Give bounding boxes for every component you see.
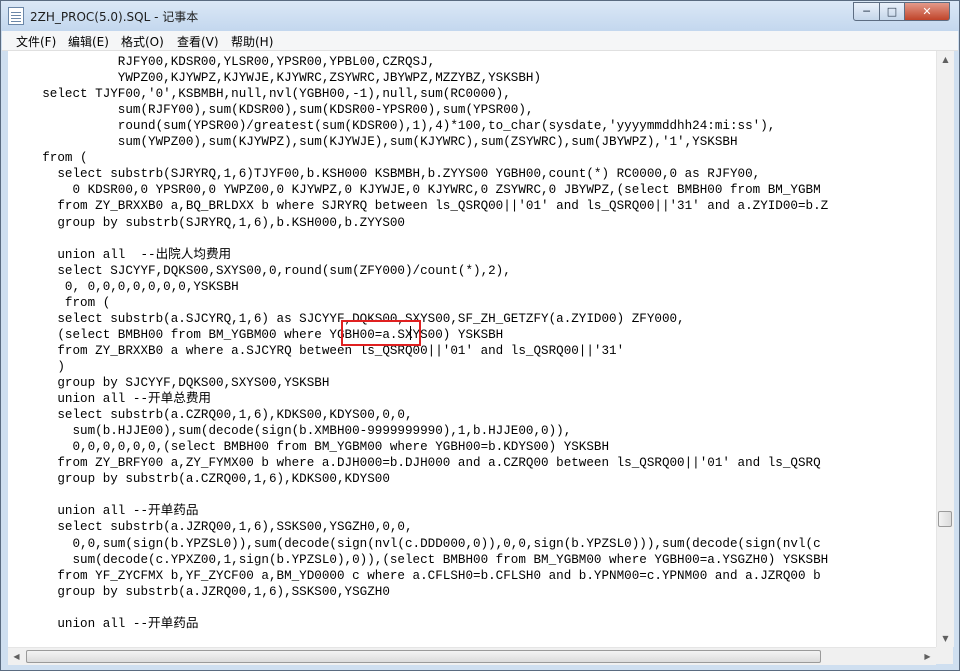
code-line: RJFY00,KDSR00,YLSR00,YPSR00,YPBL00,CZRQS… — [12, 55, 436, 69]
code-line: sum(b.HJJE00),sum(decode(sign(b.XMBH00-9… — [12, 424, 572, 439]
text-editor[interactable]: RJFY00,KDSR00,YLSR00,YPSR00,YPBL00,CZRQS… — [8, 51, 936, 647]
code-line: group by substrb(a.CZRQ00,1,6),KDKS00,KD… — [12, 472, 390, 487]
scroll-right-icon[interactable]: ▶ — [919, 648, 936, 665]
menu-view[interactable]: 查看(V) — [177, 33, 219, 50]
close-button[interactable]: ✕ — [904, 2, 950, 21]
code-line: 0 KDSR00,0 YPSR00,0 YWPZ00,0 KJYWPZ,0 KJ… — [12, 183, 821, 198]
code-line: YWPZ00,KJYWPZ,KJYWJE,KJYWRC,ZSYWRC,JBYWP… — [12, 71, 542, 86]
maximize-button[interactable]: □ — [879, 2, 905, 21]
code-line: select substrb(a.CZRQ00,1,6),KDKS00,KDYS… — [12, 408, 413, 423]
close-icon: ✕ — [922, 5, 932, 18]
code-line: from ZY_BRFY00 a,ZY_FYMX00 b where a.DJH… — [12, 456, 821, 471]
code-line: from ZY_BRXXB0 a,BQ_BRLDXX b where SJRYR… — [12, 199, 829, 214]
title-bar[interactable]: 2ZH_PROC(5.0).SQL - 记事本 ─ □ ✕ — [1, 1, 959, 31]
code-line: 0,0,0,0,0,0,(select BMBH00 from BM_YGBM0… — [12, 440, 610, 455]
notepad-icon — [8, 7, 24, 25]
code-line: select TJYF00,'0',KSBMBH,null,nvl(YGBH00… — [12, 87, 511, 102]
code-line: group by substrb(SJRYRQ,1,6),b.KSH000,b.… — [12, 215, 405, 230]
code-line: select SJCYYF,DQKS00,SXYS00,0,round(sum(… — [12, 263, 511, 278]
code-line: union all --开单药品 — [12, 504, 199, 519]
code-line: from ( — [12, 295, 111, 310]
text-caret — [410, 326, 411, 340]
menu-format[interactable]: 格式(O) — [121, 33, 164, 50]
code-line: ) — [12, 359, 65, 374]
horizontal-scrollbar[interactable]: ◀ ▶ — [8, 647, 936, 665]
minimize-icon: ─ — [863, 5, 870, 18]
code-line: union all --出院人均费用 — [12, 247, 232, 262]
code-line: 0,0,sum(sign(b.YPZSL0)),sum(decode(sign(… — [12, 536, 821, 551]
code-line: union all --开单药品 — [12, 616, 199, 631]
window-title: 2ZH_PROC(5.0).SQL - 记事本 — [30, 10, 199, 24]
scroll-down-icon[interactable]: ▼ — [937, 630, 954, 647]
menu-bar: 文件(F) 编辑(E) 格式(O) 查看(V) 帮助(H) — [2, 31, 958, 51]
notepad-window: 2ZH_PROC(5.0).SQL - 记事本 ─ □ ✕ 文件(F) 编辑(E… — [0, 0, 960, 671]
code-line: group by substrb(a.JZRQ00,1,6),SSKS00,YS… — [12, 584, 390, 599]
code-line: sum(RJFY00),sum(KDSR00),sum(KDSR00-YPSR0… — [12, 103, 534, 118]
code-line: sum(YWPZ00),sum(KJYWPZ),sum(KJYWJE),sum(… — [12, 135, 738, 150]
code-line: from YF_ZYCFMX b,YF_ZYCF00 a,BM_YD0000 c… — [12, 568, 821, 583]
minimize-button[interactable]: ─ — [853, 2, 880, 21]
maximize-icon: □ — [886, 5, 898, 18]
code-line: union all --开单总费用 — [12, 392, 212, 407]
code-line: 0, 0,0,0,0,0,0,0,YSKSBH — [12, 279, 239, 294]
code-line: select substrb(a.JZRQ00,1,6),SSKS00,YSGZ… — [12, 520, 413, 535]
horizontal-scroll-thumb[interactable] — [26, 650, 821, 663]
highlight-box — [341, 320, 421, 346]
code-line: (select BMBH00 from BM_YGBM00 where YGBH… — [12, 327, 504, 342]
vertical-scrollbar[interactable]: ▲ ▼ — [936, 51, 954, 647]
code-line: from ( — [12, 151, 88, 166]
code-line: group by SJCYYF,DQKS00,SXYS00,YSKSBH — [12, 376, 330, 390]
menu-file[interactable]: 文件(F) — [16, 33, 56, 50]
menu-edit[interactable]: 编辑(E) — [68, 33, 109, 50]
scroll-left-icon[interactable]: ◀ — [8, 648, 25, 665]
scrollbar-corner — [936, 647, 953, 664]
code-line: round(sum(YPSR00)/greatest(sum(KDSR00),1… — [12, 119, 776, 134]
scroll-up-icon[interactable]: ▲ — [937, 51, 954, 68]
vertical-scroll-thumb[interactable] — [938, 511, 952, 527]
code-line: sum(decode(c.YPXZ00,1,sign(b.YPZSL0),0))… — [12, 552, 829, 567]
menu-help[interactable]: 帮助(H) — [231, 33, 273, 50]
code-line: from ZY_BRXXB0 a where a.SJCYRQ between … — [12, 343, 625, 358]
code-line: select substrb(SJRYRQ,1,6)TJYF00,b.KSH00… — [12, 167, 761, 182]
